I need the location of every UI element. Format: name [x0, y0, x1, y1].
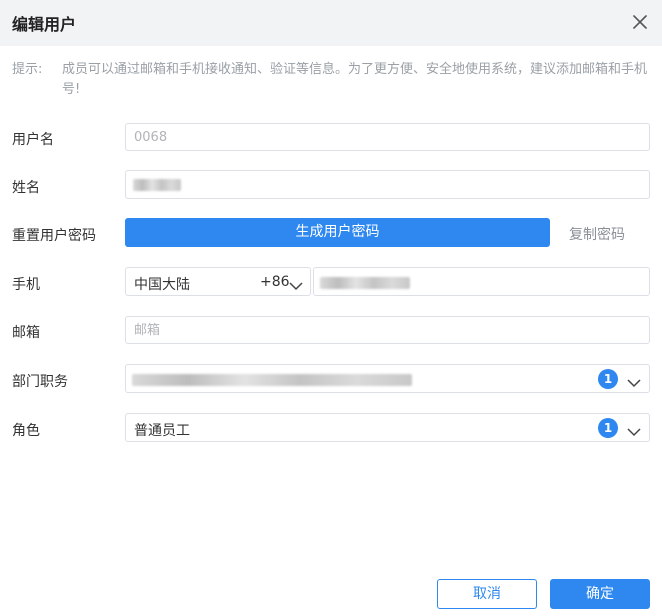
chevron-down-icon [627, 422, 641, 441]
email-field[interactable] [125, 316, 650, 344]
email-input[interactable] [126, 317, 649, 343]
copy-password-link[interactable]: 复制密码 [569, 224, 625, 244]
reset-password-label: 重置用户密码 [12, 228, 96, 244]
country-name: 中国大陆 [134, 277, 190, 293]
department-count-badge: 1 [598, 369, 618, 389]
name-label: 姓名 [12, 180, 40, 196]
dialog-title: 编辑用户 [12, 15, 77, 34]
role-label: 角色 [12, 423, 40, 439]
name-field[interactable] [125, 170, 650, 199]
confirm-button[interactable]: 确定 [550, 579, 650, 609]
country-code-select[interactable]: 中国大陆 +86 [125, 267, 311, 296]
close-icon[interactable] [630, 12, 650, 32]
cancel-button[interactable]: 取消 [437, 579, 537, 609]
chevron-down-icon [289, 276, 303, 295]
chevron-down-icon [627, 373, 641, 392]
redacted-department [132, 374, 412, 386]
country-code: +86 [260, 274, 290, 290]
username-input[interactable] [126, 124, 649, 150]
role-select[interactable]: 普通员工 1 [125, 413, 650, 442]
generate-password-button[interactable]: 生成用户密码 [125, 218, 550, 247]
tip-text: 成员可以通过邮箱和手机接收通知、验证等信息。为了更方便、安全地使用系统，建议添加… [62, 62, 648, 97]
tip-label: 提示: [12, 62, 43, 77]
department-select[interactable]: 1 [125, 364, 650, 393]
role-count-badge: 1 [598, 418, 618, 438]
dialog-header: 编辑用户 [0, 0, 662, 46]
department-label: 部门职务 [12, 374, 68, 390]
redacted-phone [320, 277, 410, 289]
phone-input[interactable] [313, 267, 650, 296]
username-field[interactable] [125, 123, 650, 151]
email-label: 邮箱 [12, 325, 40, 341]
redacted-name [133, 179, 181, 191]
username-label: 用户名 [12, 132, 54, 148]
phone-label: 手机 [12, 277, 40, 293]
role-value: 普通员工 [134, 423, 190, 439]
